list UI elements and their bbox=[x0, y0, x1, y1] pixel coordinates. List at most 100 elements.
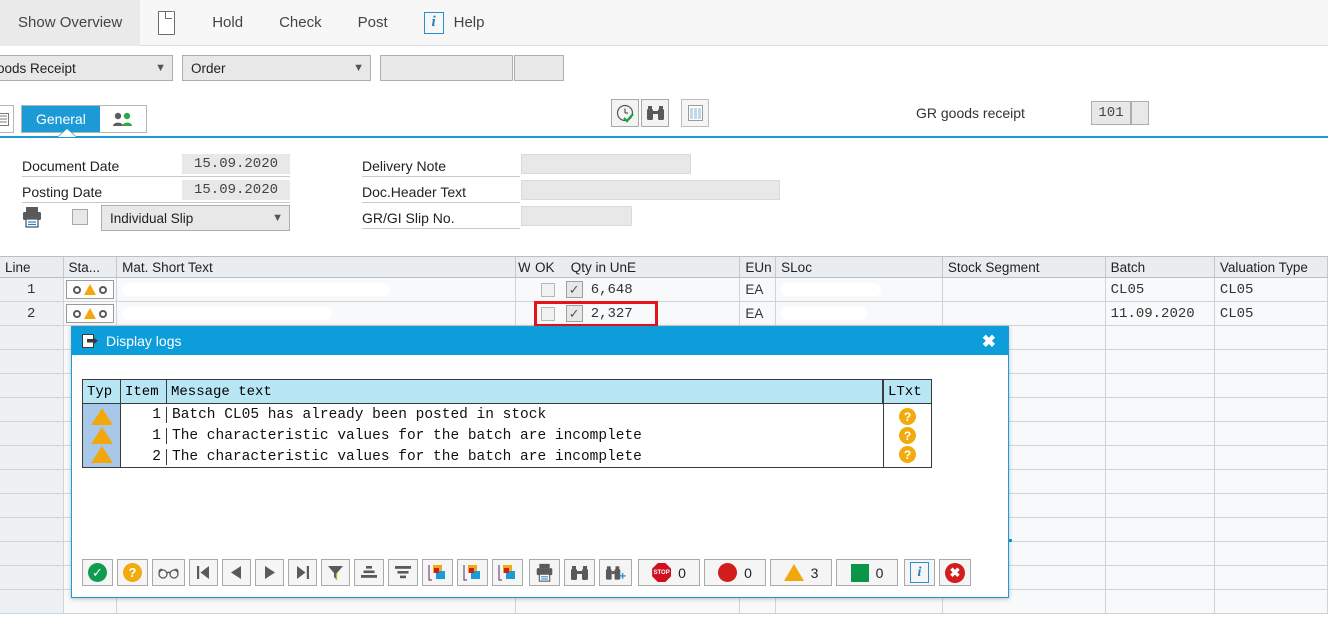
list-item[interactable]: 1 The characteristic values for the batc… bbox=[121, 425, 883, 446]
print-button[interactable] bbox=[529, 559, 560, 586]
ok-checkbox[interactable]: ✓ bbox=[565, 281, 583, 298]
col-sloc[interactable]: SLoc bbox=[776, 257, 943, 277]
question-mark-icon[interactable]: ? bbox=[899, 408, 916, 425]
cell-qty[interactable]: ✓ 2,327 bbox=[565, 302, 741, 325]
copy-button-3[interactable] bbox=[492, 559, 523, 586]
cell-batch[interactable]: 11.09.2020 bbox=[1106, 302, 1215, 325]
menu-check[interactable]: Check bbox=[261, 0, 340, 46]
cell-short-text[interactable] bbox=[117, 278, 517, 301]
list-item[interactable]: 2 The characteristic values for the batc… bbox=[121, 446, 883, 467]
print-checkbox[interactable] bbox=[72, 209, 88, 225]
log-item-number: 2 bbox=[121, 448, 167, 465]
slip-type-select[interactable]: Individual Slip ▼ bbox=[101, 205, 290, 231]
posting-date-value[interactable]: 15.09.2020 bbox=[182, 180, 290, 200]
warning-count-button[interactable]: 3 bbox=[770, 559, 832, 586]
cell-status[interactable] bbox=[64, 302, 118, 325]
col-eun[interactable]: EUn bbox=[740, 257, 777, 277]
menu-check-label: Check bbox=[279, 14, 322, 31]
question-mark-icon[interactable]: ? bbox=[899, 427, 916, 444]
last-button[interactable] bbox=[288, 559, 317, 586]
help-button[interactable]: ? bbox=[117, 559, 148, 586]
cell-qty[interactable]: ✓ 6,648 bbox=[565, 278, 741, 301]
log-message-text: Batch CL05 has already been posted in st… bbox=[172, 406, 547, 423]
doc-header-text-input[interactable] bbox=[521, 180, 780, 200]
copy-button-1[interactable] bbox=[422, 559, 453, 586]
first-button[interactable] bbox=[189, 559, 218, 586]
table-row[interactable]: 2 ✓ 2,327 EA 11.09.2020 CL05 bbox=[0, 302, 1328, 326]
cell-valuation-type[interactable]: CL05 bbox=[1215, 278, 1328, 301]
log-typ-column[interactable] bbox=[83, 404, 121, 467]
green-check-icon: ✓ bbox=[88, 563, 107, 582]
glasses-icon bbox=[158, 568, 179, 579]
cell-short-text[interactable] bbox=[117, 302, 517, 325]
display-logs-dialog: Display logs ✖ Typ Item Message text LTx… bbox=[71, 326, 1009, 598]
col-status[interactable]: Sta... bbox=[64, 257, 118, 277]
success-count-button[interactable]: 0 bbox=[836, 559, 898, 586]
red-circle-icon bbox=[718, 563, 738, 582]
reference-select[interactable]: Order ▼ bbox=[182, 55, 371, 81]
sort-descending-button[interactable] bbox=[388, 559, 418, 586]
tab-partners[interactable] bbox=[100, 106, 146, 132]
cell-sloc[interactable] bbox=[776, 278, 943, 301]
filter-button[interactable] bbox=[321, 559, 350, 586]
reference-doc-input[interactable] bbox=[380, 55, 513, 81]
list-item[interactable]: 1 Batch CL05 has already been posted in … bbox=[121, 404, 883, 425]
col-valuation-type[interactable]: Valuation Type bbox=[1215, 257, 1328, 277]
tab-list-button[interactable] bbox=[0, 105, 14, 133]
cell-stock-segment[interactable] bbox=[943, 278, 1106, 301]
row-select-box[interactable] bbox=[540, 282, 555, 297]
reference-item-input[interactable] bbox=[514, 55, 564, 81]
movement-type-select[interactable]: oods Receipt ▼ bbox=[0, 55, 173, 81]
question-mark-icon[interactable]: ? bbox=[899, 446, 916, 463]
previous-button[interactable] bbox=[222, 559, 251, 586]
ok-checkbox[interactable]: ✓ bbox=[565, 305, 583, 322]
cell-qty-value: 2,327 bbox=[590, 305, 633, 322]
cell-status[interactable] bbox=[64, 278, 118, 301]
info-button[interactable]: i bbox=[904, 559, 935, 586]
col-batch[interactable]: Batch bbox=[1106, 257, 1215, 277]
menu-show-overview[interactable]: Show Overview bbox=[0, 0, 141, 46]
log-col-typ[interactable]: Typ bbox=[83, 380, 121, 403]
cancel-button[interactable]: ✖ bbox=[939, 559, 971, 586]
log-ltxt-column: ? ? ? bbox=[883, 404, 931, 467]
cell-ok[interactable] bbox=[530, 302, 566, 325]
triangle-icon bbox=[83, 308, 96, 319]
cell-valuation-type[interactable]: CL05 bbox=[1215, 302, 1328, 325]
col-qty[interactable]: Qty in UnE bbox=[566, 257, 741, 277]
next-button[interactable] bbox=[255, 559, 284, 586]
log-col-item[interactable]: Item bbox=[121, 380, 167, 403]
log-item-number: 1 bbox=[121, 427, 167, 444]
abort-count-button[interactable]: STOP 0 bbox=[638, 559, 700, 586]
table-row[interactable]: 1 ✓ 6,648 EA CL05 CL05 bbox=[0, 278, 1328, 302]
close-icon[interactable]: ✖ bbox=[982, 333, 996, 350]
sort-ascending-button[interactable] bbox=[354, 559, 384, 586]
print-button[interactable] bbox=[22, 206, 42, 228]
copy-button-2[interactable] bbox=[457, 559, 488, 586]
menu-hold[interactable]: Hold bbox=[194, 0, 261, 46]
col-short-text[interactable]: Mat. Short Text bbox=[117, 257, 517, 277]
row-select-box[interactable] bbox=[540, 306, 555, 321]
delivery-note-input[interactable] bbox=[521, 154, 691, 174]
cell-stock-segment[interactable] bbox=[943, 302, 1106, 325]
continue-button[interactable]: ✓ bbox=[82, 559, 113, 586]
cell-batch[interactable]: CL05 bbox=[1106, 278, 1215, 301]
find-next-button[interactable] bbox=[599, 559, 632, 586]
find-button[interactable] bbox=[564, 559, 595, 586]
document-date-value[interactable]: 15.09.2020 bbox=[182, 154, 290, 174]
col-ok[interactable]: OK bbox=[530, 257, 566, 277]
menu-help[interactable]: i Help bbox=[406, 0, 503, 46]
info-icon: i bbox=[910, 562, 929, 583]
col-stock-segment[interactable]: Stock Segment bbox=[943, 257, 1106, 277]
log-col-message[interactable]: Message text bbox=[167, 380, 883, 403]
col-line[interactable]: Line bbox=[0, 257, 64, 277]
log-col-ltxt[interactable]: LTxt bbox=[883, 380, 931, 403]
cell-empty bbox=[1106, 422, 1215, 445]
cell-ok[interactable] bbox=[530, 278, 566, 301]
col-w[interactable]: W bbox=[516, 257, 530, 277]
error-count-button[interactable]: 0 bbox=[704, 559, 766, 586]
display-button[interactable] bbox=[152, 559, 185, 586]
menu-new-document[interactable] bbox=[140, 0, 194, 46]
gr-gi-slip-input[interactable] bbox=[521, 206, 632, 226]
cell-sloc[interactable] bbox=[776, 302, 943, 325]
menu-post[interactable]: Post bbox=[340, 0, 406, 46]
